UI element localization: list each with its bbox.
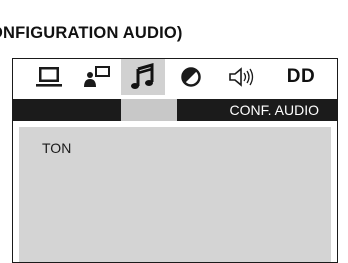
- circle-slash-icon: [181, 67, 201, 87]
- tab-audio[interactable]: [121, 59, 165, 99]
- dolby-label: DD: [286, 66, 316, 87]
- tab-preference[interactable]: [169, 59, 213, 95]
- music-note-icon: [131, 63, 154, 89]
- options-panel: TON: [19, 127, 331, 262]
- tab-speaker[interactable]: [219, 59, 263, 95]
- tab-general[interactable]: [27, 59, 71, 95]
- menu-title: CONF. AUDIO: [229, 102, 319, 118]
- menu-title-bar: CONF. AUDIO: [13, 99, 337, 121]
- option-ton[interactable]: TON: [42, 140, 71, 156]
- speaker-icon: [229, 67, 254, 87]
- tab-dolby[interactable]: DD: [279, 59, 323, 95]
- monitor-icon: [36, 67, 62, 87]
- setup-tab-bar: DD: [13, 59, 337, 99]
- tab-video[interactable]: [75, 59, 119, 95]
- audio-setup-panel: DD CONF. AUDIO TON: [12, 58, 338, 263]
- page-heading: ONFIGURATION AUDIO): [0, 24, 183, 42]
- person-screen-icon: [84, 66, 110, 87]
